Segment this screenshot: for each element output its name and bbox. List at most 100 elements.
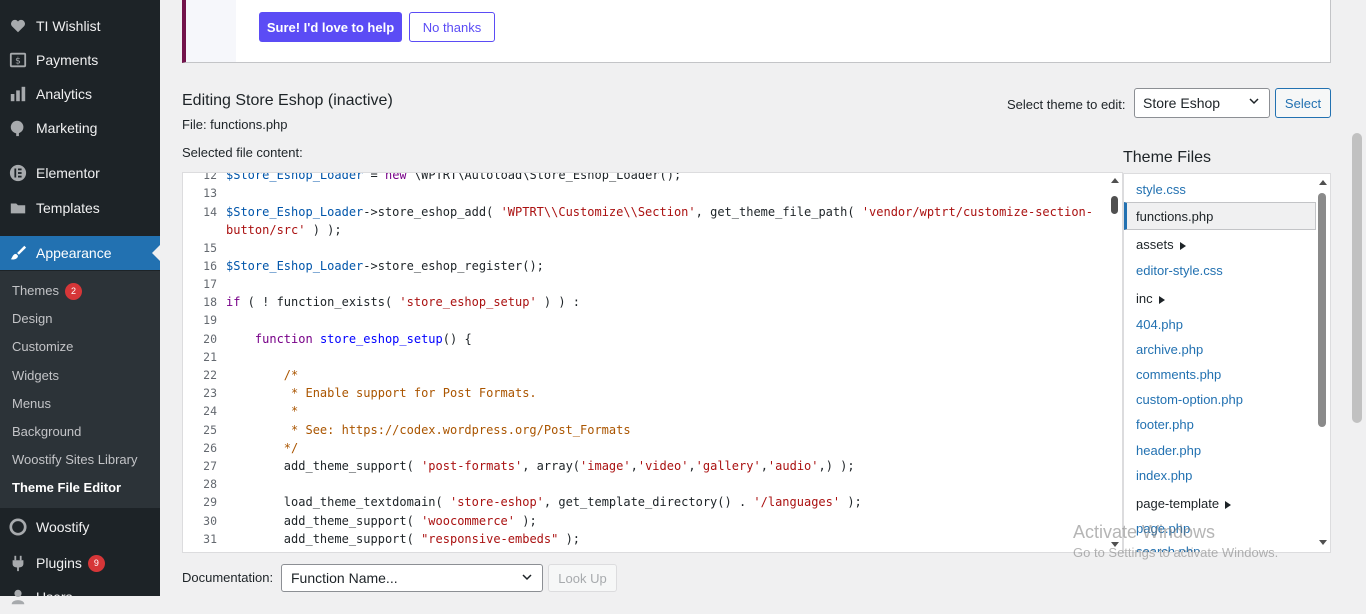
- file-label: assets: [1136, 237, 1174, 252]
- menu-elementor[interactable]: Elementor: [0, 156, 160, 190]
- code-token: 'store_eshop_setup': [399, 295, 537, 309]
- line-number: 27: [203, 459, 217, 473]
- dollar-icon: $: [8, 50, 28, 70]
- code-token: 'gallery': [695, 459, 761, 473]
- submenu-customize[interactable]: Customize: [12, 339, 73, 354]
- line-number: 28: [203, 477, 217, 491]
- folder-item[interactable]: page-template: [1136, 496, 1232, 511]
- code-token: =: [363, 172, 385, 182]
- theme-select[interactable]: Store Eshop: [1134, 88, 1270, 118]
- feedback-notice: Sure! I'd love to help No thanks: [182, 0, 1331, 63]
- code-token: ,: [760, 459, 768, 473]
- admin-sidebar: TI Wishlist $ Payments Analytics Marketi…: [0, 0, 160, 605]
- submenu-widgets[interactable]: Widgets: [12, 368, 59, 383]
- code-token: 'vendor/wptrt/customize-section-: [861, 205, 1093, 219]
- code-editor[interactable]: 12 $Store_Eshop_Loader = new \WPTRT\Autol…: [182, 172, 1123, 553]
- user-icon: [8, 587, 28, 607]
- file-item[interactable]: functions.php: [1124, 202, 1316, 230]
- heart-icon: [8, 16, 28, 36]
- code-token: '/languages': [753, 495, 841, 509]
- file-item[interactable]: header.php: [1136, 443, 1201, 458]
- menu-appearance[interactable]: Appearance: [0, 236, 160, 270]
- code-text: function store_eshop_setup() {: [226, 332, 472, 346]
- menu-payments[interactable]: $ Payments: [0, 43, 160, 77]
- menu-label: Marketing: [36, 120, 98, 136]
- submenu-background[interactable]: Background: [12, 424, 81, 439]
- file-label: footer.php: [1136, 417, 1194, 432]
- submenu-woostify-sites-library[interactable]: Woostify Sites Library: [12, 452, 137, 467]
- activate-windows-watermark: Activate Windows Go to Settings to activ…: [1073, 522, 1278, 560]
- elementor-icon: [8, 163, 28, 183]
- theme-files-heading: Theme Files: [1123, 149, 1212, 166]
- menu-marketing[interactable]: Marketing: [0, 111, 160, 145]
- file-item[interactable]: editor-style.css: [1136, 263, 1223, 278]
- code-text: *: [226, 404, 298, 418]
- folder-item[interactable]: inc: [1136, 291, 1165, 306]
- submenu-theme-file-editor[interactable]: Theme File Editor: [12, 480, 121, 495]
- plugin-update-badge: 9: [87, 554, 105, 572]
- menu-users[interactable]: Users: [0, 580, 160, 614]
- menu-plugins[interactable]: Plugins 9: [0, 546, 160, 580]
- code-text: * See: https://codex.wordpress.org/Post_…: [226, 423, 631, 437]
- menu-ti-wishlist[interactable]: TI Wishlist: [0, 9, 160, 43]
- page-scrollbar[interactable]: [1352, 133, 1362, 423]
- help-decline-button[interactable]: No thanks: [409, 12, 495, 42]
- look-up-button[interactable]: Look Up: [548, 564, 617, 592]
- function-name-select[interactable]: Function Name...: [281, 564, 543, 592]
- editor-scrollbar[interactable]: [1108, 174, 1122, 551]
- file-item[interactable]: 404.php: [1136, 317, 1183, 332]
- caret-right-icon: [1179, 241, 1186, 250]
- menu-label: TI Wishlist: [36, 18, 101, 34]
- code-token: $Store_Eshop_Loader: [226, 172, 364, 182]
- submenu-menus[interactable]: Menus: [12, 396, 51, 411]
- code-text: load_theme_textdomain( 'store-eshop', ge…: [226, 495, 862, 509]
- select-theme-button[interactable]: Select: [1275, 88, 1331, 118]
- code-token: * See: https://codex.wordpress.org/Post_…: [283, 423, 631, 437]
- file-item[interactable]: comments.php: [1136, 367, 1221, 382]
- file-item[interactable]: custom-option.php: [1136, 392, 1243, 407]
- file-label: inc: [1136, 291, 1153, 306]
- code-token: , array(: [522, 459, 581, 473]
- folder-item[interactable]: assets: [1136, 237, 1186, 252]
- code-token: );: [515, 514, 537, 528]
- appearance-submenu: Themes 2 Design Customize Widgets Menus B…: [0, 271, 160, 508]
- line-number: 23: [203, 386, 217, 400]
- file-item[interactable]: archive.php: [1136, 342, 1203, 357]
- menu-label: Plugins: [36, 555, 82, 571]
- bar-chart-icon: [8, 84, 28, 104]
- code-token: if: [226, 295, 241, 309]
- code-token: );: [558, 532, 581, 546]
- line-number: 18: [203, 295, 217, 309]
- submenu-themes[interactable]: Themes 2: [12, 283, 82, 300]
- watermark-subtitle: Go to Settings to activate Windows.: [1073, 545, 1279, 560]
- line-number: 31: [203, 532, 217, 546]
- caret-right-icon: [1158, 295, 1165, 304]
- line-number: 15: [203, 241, 217, 255]
- file-item[interactable]: index.php: [1136, 468, 1192, 483]
- line-number: 29: [203, 495, 217, 509]
- code-token: ) ) :: [536, 295, 581, 309]
- menu-analytics[interactable]: Analytics: [0, 77, 160, 111]
- files-scrollbar[interactable]: [1316, 175, 1330, 551]
- file-label: page-template: [1136, 496, 1220, 511]
- paintbrush-icon: [8, 243, 28, 263]
- code-token: function: [254, 332, 313, 346]
- code-token: ->store_eshop_add(: [363, 205, 501, 219]
- menu-woostify[interactable]: Woostify: [0, 510, 160, 544]
- menu-templates[interactable]: Templates: [0, 191, 160, 225]
- menu-label: Woostify: [36, 519, 90, 535]
- file-item[interactable]: style.css: [1136, 182, 1186, 197]
- menu-label: Templates: [36, 200, 100, 216]
- code-token: ->store_eshop_register();: [363, 259, 544, 273]
- theme-select-label: Select theme to edit:: [1007, 97, 1126, 112]
- file-item[interactable]: footer.php: [1136, 417, 1194, 432]
- code-text: * Enable support for Post Formats.: [226, 386, 537, 400]
- code-token: store_eshop_setup: [319, 332, 443, 346]
- theme-select-value: Store Eshop: [1143, 95, 1221, 111]
- caret-right-icon: [1225, 500, 1232, 509]
- help-accept-button[interactable]: Sure! I'd love to help: [259, 12, 402, 42]
- code-token: , get_template_directory() .: [543, 495, 754, 509]
- submenu-design[interactable]: Design: [12, 311, 52, 326]
